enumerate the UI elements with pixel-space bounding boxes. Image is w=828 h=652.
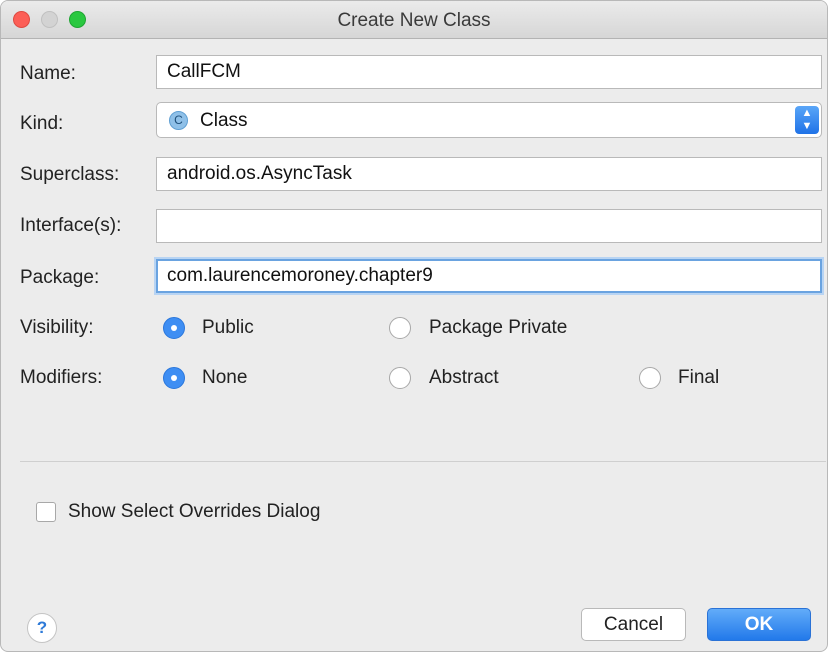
divider xyxy=(20,461,826,462)
visibility-label: Visibility: xyxy=(20,317,94,338)
modifier-none-radio[interactable] xyxy=(163,367,185,389)
visibility-public-text: Public xyxy=(202,317,254,338)
modifier-none-label[interactable]: None xyxy=(202,367,247,389)
show-overrides-checkbox[interactable] xyxy=(36,502,56,522)
modifiers-label: Modifiers: xyxy=(20,367,103,388)
visibility-package-private-text: Package Private xyxy=(429,317,568,338)
create-new-class-dialog: Create New Class Name: CallFCM Kind: C C… xyxy=(0,0,828,652)
chevron-updown-icon[interactable]: ▲ ▼ xyxy=(795,106,819,134)
modifier-abstract-radio[interactable] xyxy=(389,367,411,389)
package-input[interactable]: com.laurencemoroney.chapter9 xyxy=(156,259,822,293)
visibility-public-label[interactable]: Public xyxy=(202,317,254,339)
visibility-public-radio[interactable] xyxy=(163,317,185,339)
superclass-input[interactable]: android.os.AsyncTask xyxy=(156,157,822,191)
modifier-final-radio[interactable] xyxy=(639,367,661,389)
modifier-final-label[interactable]: Final xyxy=(678,367,719,389)
kind-value: Class xyxy=(200,110,248,131)
superclass-label: Superclass: xyxy=(20,164,120,185)
modifier-final-text: Final xyxy=(678,367,720,388)
visibility-package-private-radio[interactable] xyxy=(389,317,411,339)
interfaces-label: Interface(s): xyxy=(20,215,122,236)
cancel-button[interactable]: Cancel xyxy=(581,608,686,641)
ok-button[interactable]: OK xyxy=(707,608,811,641)
kind-select[interactable]: C Class ▲ ▼ xyxy=(156,102,822,138)
kind-label: Kind: xyxy=(20,113,64,134)
name-label: Name: xyxy=(20,63,76,84)
class-icon: C xyxy=(169,111,188,130)
help-icon[interactable]: ? xyxy=(27,613,57,643)
interfaces-input[interactable] xyxy=(156,209,822,243)
package-label: Package: xyxy=(20,267,100,288)
title-bar: Create New Class xyxy=(1,1,827,39)
modifier-none-text: None xyxy=(202,367,248,388)
modifier-abstract-label[interactable]: Abstract xyxy=(429,367,499,389)
name-input[interactable]: CallFCM xyxy=(156,55,822,89)
show-overrides-label[interactable]: Show Select Overrides Dialog xyxy=(68,501,320,523)
visibility-package-private-label[interactable]: Package Private xyxy=(429,317,567,339)
window-title: Create New Class xyxy=(337,10,491,31)
modifier-abstract-text: Abstract xyxy=(429,367,499,388)
